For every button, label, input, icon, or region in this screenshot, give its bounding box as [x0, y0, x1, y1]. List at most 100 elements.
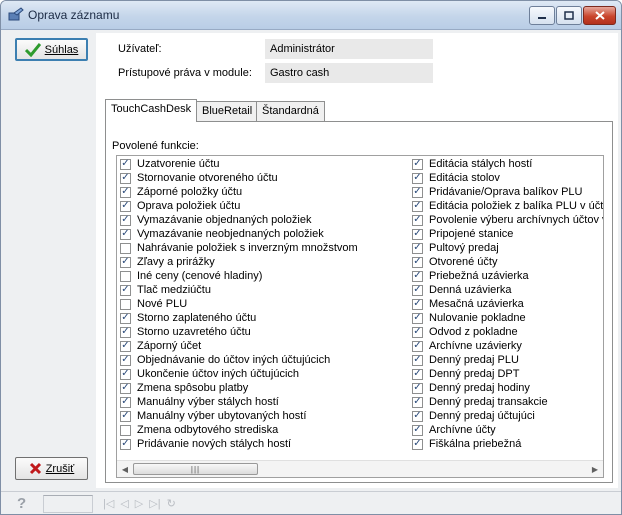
permission-checkbox[interactable]: ✓	[412, 312, 423, 324]
permission-checkbox[interactable]: ✓	[120, 284, 131, 296]
permission-checkbox[interactable]: ✓	[412, 186, 423, 198]
permission-row[interactable]: ✓ Tlač medziúčtu	[120, 283, 412, 297]
horizontal-scrollbar[interactable]: ◀ ||| ▶	[117, 460, 603, 477]
permission-checkbox[interactable]: ✓	[412, 256, 423, 268]
permission-checkbox[interactable]: ✓	[412, 326, 423, 338]
permission-row[interactable]: ✓ Povolenie výberu archívnych účtov v	[412, 213, 603, 227]
permission-row[interactable]: ✓ Zľavy a prirážky	[120, 255, 412, 269]
permission-row[interactable]: ✓ Denný predaj hodiny	[412, 381, 603, 395]
permission-checkbox[interactable]: ✓	[120, 214, 131, 226]
help-icon[interactable]: ?	[17, 495, 26, 512]
minimize-button[interactable]	[529, 6, 555, 25]
permission-checkbox[interactable]: ✓	[412, 158, 423, 170]
permission-row[interactable]: ✓ Denný predaj DPT	[412, 367, 603, 381]
permission-checkbox[interactable]: ✓	[412, 172, 423, 184]
permission-row[interactable]: ✓ Vymazávanie neobjednaných položiek	[120, 227, 412, 241]
scroll-left-icon[interactable]: ◀	[120, 464, 130, 474]
permission-checkbox[interactable]: ✓	[412, 382, 423, 394]
permission-row[interactable]: ✓ Denný predaj PLU	[412, 353, 603, 367]
tab-standardna[interactable]: Štandardná	[256, 101, 325, 121]
next-record-icon[interactable]: ▷	[135, 497, 143, 510]
permission-row[interactable]: ✓ Archívne uzávierky	[412, 339, 603, 353]
permission-row[interactable]: ✓ Fiškálna priebežná	[412, 437, 603, 451]
first-record-icon[interactable]: |◁	[103, 497, 114, 510]
permission-checkbox[interactable]: ✓	[120, 368, 131, 380]
permission-checkbox[interactable]	[120, 242, 131, 254]
permission-checkbox[interactable]: ✓	[120, 186, 131, 198]
permission-checkbox[interactable]: ✓	[120, 396, 131, 408]
permission-checkbox[interactable]: ✓	[120, 256, 131, 268]
scroll-thumb[interactable]: |||	[133, 463, 258, 475]
permission-row[interactable]: ✓ Editácia stolov	[412, 171, 603, 185]
permission-checkbox[interactable]: ✓	[120, 326, 131, 338]
permission-row[interactable]: ✓ Archívne účty	[412, 423, 603, 437]
permission-checkbox[interactable]: ✓	[412, 284, 423, 296]
permission-row[interactable]: ✓ Priebežná uzávierka	[412, 269, 603, 283]
permission-checkbox[interactable]: ✓	[120, 382, 131, 394]
tab-blueretail[interactable]: BlueRetail	[196, 101, 259, 121]
title-bar[interactable]: Oprava záznamu	[1, 1, 621, 30]
permission-row[interactable]: ✓ Ukončenie účtov iných účtujúcich	[120, 367, 412, 381]
permission-checkbox[interactable]: ✓	[412, 270, 423, 282]
previous-record-icon[interactable]: ◁	[120, 497, 128, 510]
permission-checkbox[interactable]: ✓	[412, 354, 423, 366]
permission-checkbox[interactable]: ✓	[412, 298, 423, 310]
permission-checkbox[interactable]: ✓	[120, 410, 131, 422]
permission-checkbox[interactable]: ✓	[412, 438, 423, 450]
permission-row[interactable]: ✓ Denný predaj účtujúci	[412, 409, 603, 423]
permission-checkbox[interactable]	[120, 270, 131, 282]
permission-checkbox[interactable]: ✓	[412, 214, 423, 226]
tab-touchcashdesk[interactable]: TouchCashDesk	[105, 99, 198, 122]
permission-checkbox[interactable]: ✓	[412, 242, 423, 254]
permission-checkbox[interactable]: ✓	[412, 340, 423, 352]
permission-row[interactable]: Zmena odbytového strediska	[120, 423, 412, 437]
last-record-icon[interactable]: ▷|	[149, 497, 160, 510]
permission-checkbox[interactable]: ✓	[120, 200, 131, 212]
permission-checkbox[interactable]: ✓	[120, 312, 131, 324]
permission-row[interactable]: ✓ Záporný účet	[120, 339, 412, 353]
permission-row[interactable]: ✓ Otvorené účty	[412, 255, 603, 269]
permission-row[interactable]: ✓ Manuálny výber stálych hostí	[120, 395, 412, 409]
permission-checkbox[interactable]: ✓	[120, 158, 131, 170]
permission-row[interactable]: ✓ Záporné položky účtu	[120, 185, 412, 199]
permission-checkbox[interactable]	[120, 424, 131, 436]
permission-checkbox[interactable]: ✓	[412, 368, 423, 380]
permission-row[interactable]: ✓ Odvod z pokladne	[412, 325, 603, 339]
permission-checkbox[interactable]: ✓	[120, 354, 131, 366]
cancel-button[interactable]: Zrušiť	[15, 457, 88, 480]
permission-checkbox[interactable]: ✓	[412, 228, 423, 240]
close-button[interactable]	[583, 6, 616, 25]
permission-row[interactable]: Nahrávanie položiek s inverzným množstvo…	[120, 241, 412, 255]
permission-row[interactable]: ✓ Editácia položiek z balíka PLU v účte	[412, 199, 603, 213]
permission-row[interactable]: ✓ Oprava položiek účtu	[120, 199, 412, 213]
permission-checkbox[interactable]: ✓	[120, 172, 131, 184]
permission-checkbox[interactable]: ✓	[412, 200, 423, 212]
permission-row[interactable]: ✓ Pridávanie nových stálych hostí	[120, 437, 412, 451]
permission-row[interactable]: ✓ Pultový predaj	[412, 241, 603, 255]
permission-checkbox[interactable]: ✓	[120, 438, 131, 450]
permission-row[interactable]: ✓ Objednávanie do účtov iných účtujúcich	[120, 353, 412, 367]
permission-row[interactable]: ✓ Pridávanie/Oprava balíkov PLU	[412, 185, 603, 199]
permission-row[interactable]: ✓ Pripojené stanice	[412, 227, 603, 241]
ok-button[interactable]: Súhlas	[15, 38, 88, 61]
permission-row[interactable]: ✓ Uzatvorenie účtu	[120, 157, 412, 171]
permission-row[interactable]: ✓ Storno uzavretého účtu	[120, 325, 412, 339]
permission-row[interactable]: ✓ Denný predaj transakcie	[412, 395, 603, 409]
maximize-button[interactable]	[556, 6, 582, 25]
permission-checkbox[interactable]: ✓	[120, 228, 131, 240]
permission-checkbox[interactable]: ✓	[412, 424, 423, 436]
scroll-right-icon[interactable]: ▶	[590, 464, 600, 474]
permission-row[interactable]: ✓ Denná uzávierka	[412, 283, 603, 297]
permission-row[interactable]: ✓ Manuálny výber ubytovaných hostí	[120, 409, 412, 423]
permission-checkbox[interactable]: ✓	[412, 410, 423, 422]
refresh-icon[interactable]: ↻	[167, 497, 176, 510]
permission-row[interactable]: Nové PLU	[120, 297, 412, 311]
permission-checkbox[interactable]	[120, 298, 131, 310]
permission-row[interactable]: ✓ Mesačná uzávierka	[412, 297, 603, 311]
permission-row[interactable]: ✓ Vymazávanie objednaných položiek	[120, 213, 412, 227]
permission-checkbox[interactable]: ✓	[412, 396, 423, 408]
permission-row[interactable]: ✓ Zmena spôsobu platby	[120, 381, 412, 395]
permission-row[interactable]: ✓ Nulovanie pokladne	[412, 311, 603, 325]
permission-checkbox[interactable]: ✓	[120, 340, 131, 352]
permission-row[interactable]: ✓ Stornovanie otvoreného účtu	[120, 171, 412, 185]
